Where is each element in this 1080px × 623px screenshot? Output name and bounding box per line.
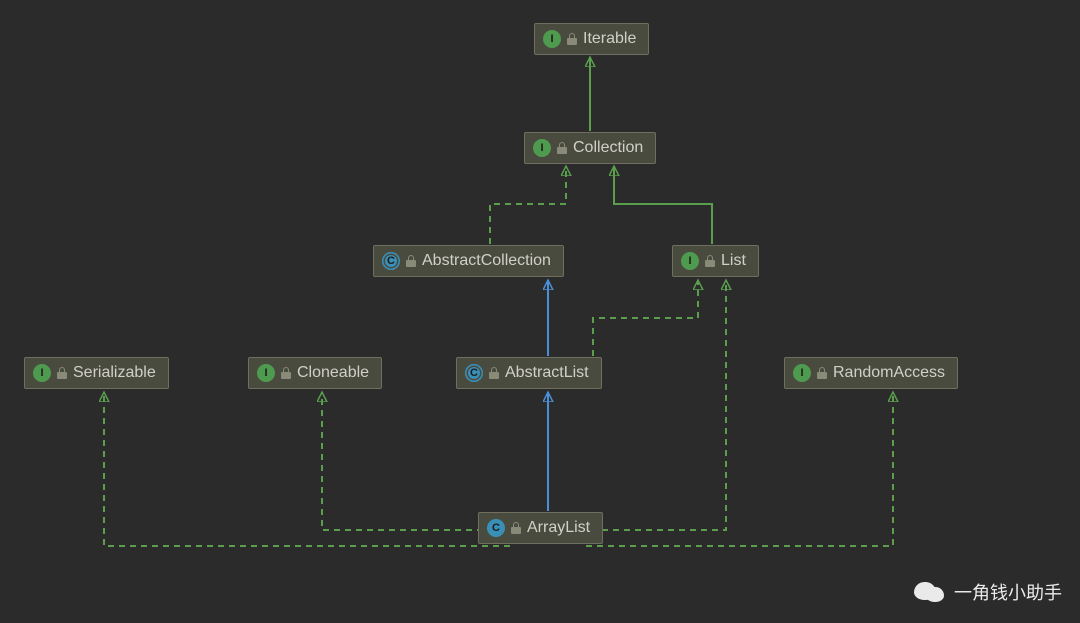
edge-arraylist-cloneable [322, 392, 516, 530]
lock-icon [567, 33, 577, 45]
lock-icon [406, 255, 416, 267]
node-randomaccess[interactable]: I RandomAccess [784, 357, 958, 389]
node-label: AbstractList [505, 364, 589, 382]
lock-icon [489, 367, 499, 379]
edge-abstractlist-list [593, 280, 698, 356]
wechat-icon [914, 579, 946, 605]
node-label: RandomAccess [833, 364, 945, 382]
class-hierarchy-diagram: I Iterable I Collection C AbstractCollec… [0, 0, 1080, 623]
interface-icon: I [33, 364, 51, 382]
lock-icon [705, 255, 715, 267]
edge-arraylist-randomaccess [586, 392, 893, 546]
node-label: AbstractCollection [422, 252, 551, 270]
lock-icon [57, 367, 67, 379]
node-label: Cloneable [297, 364, 369, 382]
node-arraylist[interactable]: C ArrayList [478, 512, 603, 544]
node-list[interactable]: I List [672, 245, 759, 277]
node-collection[interactable]: I Collection [524, 132, 656, 164]
node-cloneable[interactable]: I Cloneable [248, 357, 382, 389]
node-iterable[interactable]: I Iterable [534, 23, 649, 55]
edge-abstractcollection-collection [490, 166, 566, 244]
watermark-text: 一角钱小助手 [954, 579, 1062, 605]
node-serializable[interactable]: I Serializable [24, 357, 169, 389]
node-label: ArrayList [527, 519, 590, 537]
interface-icon: I [543, 30, 561, 48]
node-abstractcollection[interactable]: C AbstractCollection [373, 245, 564, 277]
abstract-class-icon: C [382, 252, 400, 270]
interface-icon: I [681, 252, 699, 270]
interface-icon: I [257, 364, 275, 382]
node-label: Collection [573, 139, 643, 157]
watermark: 一角钱小助手 [914, 579, 1062, 605]
lock-icon [281, 367, 291, 379]
node-label: Serializable [73, 364, 156, 382]
node-label: Iterable [583, 30, 636, 48]
edge-arraylist-list [580, 280, 726, 530]
lock-icon [511, 522, 521, 534]
interface-icon: I [533, 139, 551, 157]
lock-icon [817, 367, 827, 379]
node-abstractlist[interactable]: C AbstractList [456, 357, 602, 389]
interface-icon: I [793, 364, 811, 382]
edge-list-collection [614, 166, 712, 244]
lock-icon [557, 142, 567, 154]
edge-arraylist-serializable [104, 392, 510, 546]
abstract-class-icon: C [465, 364, 483, 382]
node-label: List [721, 252, 746, 270]
class-icon: C [487, 519, 505, 537]
